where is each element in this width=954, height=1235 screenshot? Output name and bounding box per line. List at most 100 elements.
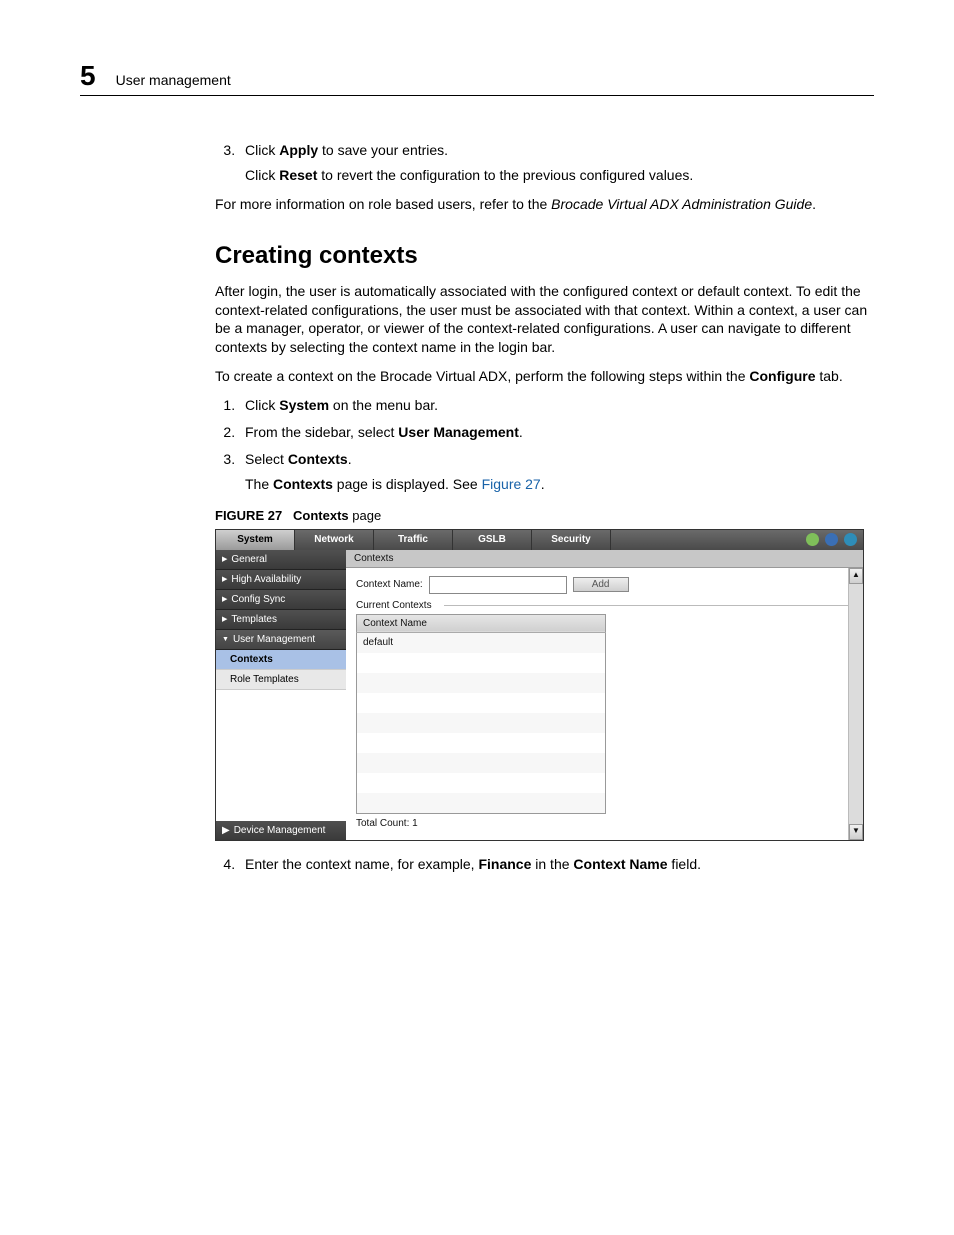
- table-row[interactable]: [357, 733, 606, 753]
- tab-traffic[interactable]: Traffic: [374, 530, 453, 550]
- tab-network[interactable]: Network: [295, 530, 374, 550]
- table-row[interactable]: [357, 753, 606, 773]
- sidebar-label: General: [231, 554, 267, 565]
- cc-step-1: Click System on the menu bar.: [239, 396, 874, 415]
- page: 5 User management Click Apply to save yo…: [0, 0, 954, 1235]
- sidebar-sub-contexts[interactable]: Contexts: [216, 650, 346, 670]
- chevron-right-icon: ▶: [222, 825, 230, 836]
- scrollbar[interactable]: ▲ ▼: [848, 568, 863, 840]
- figure-title-rest: page: [349, 508, 382, 523]
- table-cell: [357, 773, 606, 793]
- total-count: Total Count: 1: [356, 818, 853, 829]
- sidebar-label: User Management: [233, 634, 315, 645]
- figure-label: FIGURE 27: [215, 508, 282, 523]
- chevron-right-icon: ▶: [222, 615, 227, 623]
- add-button[interactable]: Add: [573, 577, 629, 592]
- cc3s-d: .: [541, 476, 545, 492]
- table-row[interactable]: [357, 653, 606, 673]
- save-icon[interactable]: [825, 533, 838, 546]
- sidebar-item-user-management[interactable]: ▼ User Management: [216, 630, 346, 650]
- top-nav: System Network Traffic GSLB Security: [216, 530, 863, 550]
- section-p1: After login, the user is automatically a…: [215, 282, 874, 358]
- table-cell: default: [357, 632, 606, 653]
- table-cell: [357, 713, 606, 733]
- sidebar-label: Templates: [231, 614, 277, 625]
- header-title: User management: [116, 72, 231, 88]
- cc2-a: From the sidebar, select: [245, 424, 398, 440]
- guide-title: Brocade Virtual ADX Administration Guide: [551, 196, 812, 212]
- context-name-input[interactable]: [429, 576, 567, 594]
- more-info-a: For more information on role based users…: [215, 196, 551, 212]
- breadcrumb: Contexts: [346, 550, 863, 568]
- tab-gslb[interactable]: GSLB: [453, 530, 532, 550]
- tab-system[interactable]: System: [216, 530, 295, 550]
- table-cell: [357, 753, 606, 773]
- sidebar-item-templates[interactable]: ▶ Templates: [216, 610, 346, 630]
- table-row[interactable]: default: [357, 632, 606, 653]
- tab-security[interactable]: Security: [532, 530, 611, 550]
- more-info-b: .: [812, 196, 816, 212]
- contexts-page-label: Contexts: [273, 476, 333, 492]
- user-mgmt-label: User Management: [398, 424, 519, 440]
- sidebar-item-general[interactable]: ▶ General: [216, 550, 346, 570]
- configure-label: Configure: [749, 368, 815, 384]
- chevron-right-icon: ▶: [222, 575, 227, 583]
- p2-a: To create a context on the Brocade Virtu…: [215, 368, 749, 384]
- sidebar-item-config-sync[interactable]: ▶Config Sync: [216, 590, 346, 610]
- table-cell: [357, 673, 606, 693]
- table-cell: [357, 653, 606, 673]
- contexts-table: Context Name default: [356, 614, 606, 814]
- context-name-field-label: Context Name: [573, 856, 667, 872]
- chevron-right-icon: ▶: [222, 555, 227, 563]
- shot-body: ▶ General ▶ High Availability ▶Config Sync…: [216, 550, 863, 840]
- body-column: Click Apply to save your entries. Click …: [215, 141, 874, 874]
- table-row[interactable]: [357, 793, 606, 814]
- sidebar-item-device-management[interactable]: ▶ Device Management: [216, 821, 346, 840]
- section-heading: Creating contexts: [215, 242, 874, 270]
- figure-caption: FIGURE 27 Contexts page: [215, 508, 874, 523]
- reset-label: Reset: [279, 167, 317, 183]
- sidebar-sub-role-templates[interactable]: Role Templates: [216, 670, 346, 690]
- cc-step-4: Enter the context name, for example, Fin…: [239, 855, 874, 874]
- sidebar-item-high-availability[interactable]: ▶ High Availability: [216, 570, 346, 590]
- cc4-e: field.: [668, 856, 701, 872]
- step-3b-b: to revert the configuration to the previ…: [317, 167, 693, 183]
- scroll-down-icon[interactable]: ▼: [849, 824, 863, 840]
- cc3s-c: page is displayed. See: [333, 476, 482, 492]
- step-3: Click Apply to save your entries. Click …: [239, 141, 874, 185]
- step-3-sub: Click Reset to revert the configuration …: [245, 166, 874, 185]
- cc3-a: Select: [245, 451, 288, 467]
- cc3-c: .: [348, 451, 352, 467]
- help-icon[interactable]: [844, 533, 857, 546]
- table-header-context-name[interactable]: Context Name: [357, 614, 606, 632]
- table-row[interactable]: [357, 713, 606, 733]
- chevron-down-icon: ▼: [222, 636, 229, 643]
- cc4-c: in the: [531, 856, 573, 872]
- context-name-label: Context Name:: [356, 579, 423, 590]
- refresh-icon[interactable]: [806, 533, 819, 546]
- screenshot-contexts-page: System Network Traffic GSLB Security ▶ Ge…: [215, 529, 864, 841]
- cc-step-2: From the sidebar, select User Management…: [239, 423, 874, 442]
- scroll-up-icon[interactable]: ▲: [849, 568, 863, 584]
- top-nav-fill: [611, 530, 800, 550]
- step-3-text-b: to save your entries.: [318, 142, 448, 158]
- cc-step-3: Select Contexts. The Contexts page is di…: [239, 450, 874, 494]
- cc1-a: Click: [245, 397, 279, 413]
- cc4-a: Enter the context name, for example,: [245, 856, 478, 872]
- more-info-paragraph: For more information on role based users…: [215, 195, 874, 214]
- step-3b-a: Click: [245, 167, 279, 183]
- finance-label: Finance: [478, 856, 531, 872]
- create-context-steps-cont: Enter the context name, for example, Fin…: [215, 855, 874, 874]
- table-row[interactable]: [357, 673, 606, 693]
- table-row[interactable]: [357, 693, 606, 713]
- contexts-label: Contexts: [288, 451, 348, 467]
- cc2-c: .: [519, 424, 523, 440]
- page-header: 5 User management: [80, 60, 874, 96]
- main-inner: Context Name: Add Current Contexts Conte…: [346, 568, 863, 840]
- table-row[interactable]: [357, 773, 606, 793]
- cc1-c: on the menu bar.: [329, 397, 438, 413]
- figure-ref-link[interactable]: Figure 27: [482, 476, 541, 492]
- figure-title-bold: Contexts: [293, 508, 349, 523]
- sidebar-label: Device Management: [234, 825, 326, 836]
- sidebar-label: High Availability: [231, 574, 301, 585]
